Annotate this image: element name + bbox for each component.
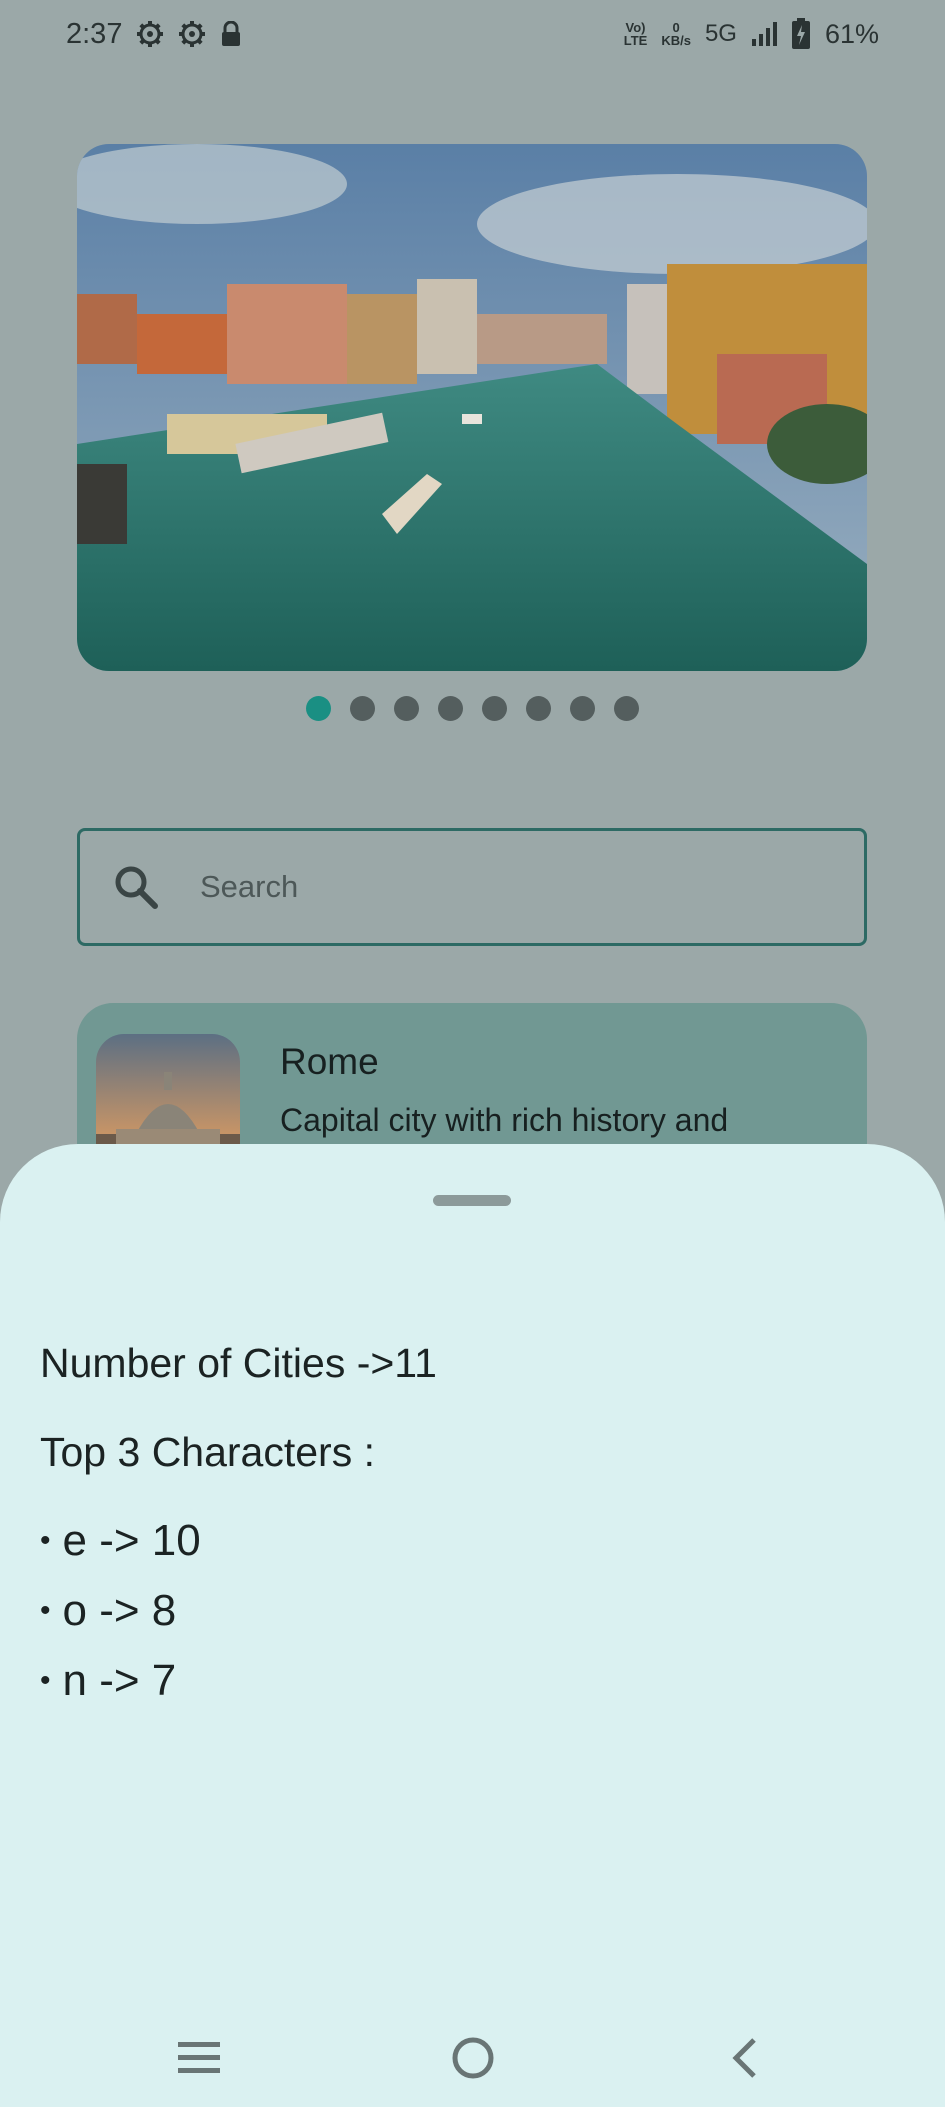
city-name: Rome — [280, 1041, 379, 1082]
list-item: • o -> 8 — [40, 1586, 176, 1636]
gear-icon — [178, 20, 206, 48]
carousel-indicator — [0, 696, 945, 721]
menu-button[interactable] — [169, 2030, 229, 2090]
carousel-dot[interactable] — [350, 696, 375, 721]
back-button[interactable] — [714, 2030, 774, 2090]
list-item: • n -> 7 — [40, 1656, 176, 1706]
list-item: • e -> 10 — [40, 1516, 201, 1566]
search-icon — [112, 863, 160, 911]
volte-indicator: Vo) LTE — [623, 20, 648, 48]
top-characters-heading: Top 3 Characters : — [40, 1429, 375, 1475]
carousel-dot[interactable] — [306, 696, 331, 721]
battery-percent: 61% — [824, 18, 879, 49]
gear-icon — [136, 20, 164, 48]
search-field[interactable] — [77, 828, 867, 946]
character-count: e -> 10 — [62, 1516, 201, 1565]
carousel-dot[interactable] — [482, 696, 507, 721]
menu-icon — [176, 2038, 222, 2083]
data-speed-indicator: 0 KB/s — [661, 20, 691, 48]
home-button[interactable] — [443, 2030, 503, 2090]
carousel-dot[interactable] — [614, 696, 639, 721]
status-right: Vo) LTE 0 KB/s 5G 61% — [624, 18, 879, 50]
back-icon — [726, 2036, 762, 2085]
drag-handle[interactable] — [433, 1195, 511, 1206]
carousel-image[interactable] — [77, 144, 867, 671]
character-count: n -> 7 — [62, 1656, 177, 1705]
home-icon — [451, 2036, 495, 2085]
status-left: 2:37 — [66, 18, 242, 51]
lock-icon — [220, 21, 242, 47]
character-count: o -> 8 — [62, 1586, 177, 1635]
bullet: • — [40, 1664, 51, 1697]
network-type: 5G — [704, 20, 737, 47]
bullet: • — [40, 1594, 51, 1627]
carousel-dot[interactable] — [526, 696, 551, 721]
carousel-dot[interactable] — [570, 696, 595, 721]
status-time: 2:37 — [66, 17, 123, 50]
carousel-dot[interactable] — [394, 696, 419, 721]
carousel-dot[interactable] — [438, 696, 463, 721]
signal-icon — [751, 21, 777, 47]
cities-count-text: Number of Cities ->11 — [40, 1340, 437, 1386]
bullet: • — [40, 1524, 51, 1557]
battery-charging-icon — [791, 18, 811, 50]
navigation-bar — [0, 2010, 945, 2107]
bottom-sheet: Number of Cities ->11 Top 3 Characters :… — [0, 1144, 945, 2107]
search-input[interactable] — [200, 869, 800, 905]
status-bar: 2:37 Vo) LTE 0 KB/s 5G 61% — [0, 0, 945, 68]
